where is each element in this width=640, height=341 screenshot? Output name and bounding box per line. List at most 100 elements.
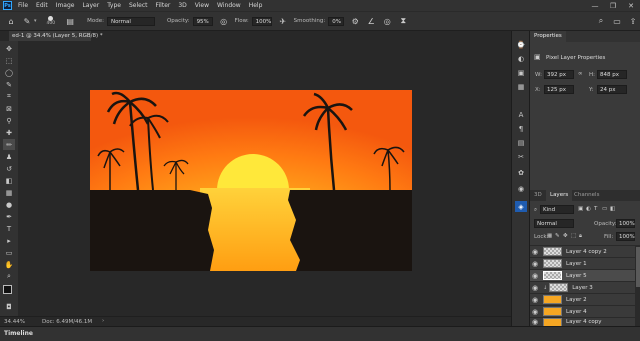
eye-icon[interactable]: ◉ <box>530 306 540 318</box>
angle-icon[interactable]: ∠ <box>366 16 376 26</box>
menu-file[interactable]: File <box>18 2 28 9</box>
type-tool-icon[interactable]: T <box>3 223 15 234</box>
layer-row[interactable]: ◉ Layer 2 <box>530 293 635 305</box>
eye-icon[interactable]: ◉ <box>530 318 540 326</box>
eraser-tool-icon[interactable]: ◧ <box>3 175 15 186</box>
menu-layer[interactable]: Layer <box>82 2 99 9</box>
smoothing-field[interactable]: 0% <box>328 16 345 26</box>
eyedropper-tool-icon[interactable]: ⚲ <box>3 115 15 126</box>
styles-icon[interactable]: ✿ <box>515 167 527 178</box>
history-icon[interactable]: ⌚ <box>515 39 527 50</box>
layers-scrollbar[interactable] <box>635 245 640 326</box>
brush-tool-icon[interactable]: ✏ <box>3 139 15 150</box>
3d-icon[interactable]: ◉ <box>515 183 527 194</box>
chevron-down-icon[interactable]: ▾ <box>34 18 37 24</box>
foreground-color-swatch[interactable] <box>3 285 12 294</box>
lock-transparent-icon[interactable]: ▦ <box>547 233 552 239</box>
pressure-size-icon[interactable]: ◎ <box>382 16 392 26</box>
libraries-icon[interactable]: ▣ <box>515 67 527 78</box>
zoom-level[interactable]: 34.44% <box>4 319 25 325</box>
zoom-tool-icon[interactable]: ⌕ <box>3 271 15 282</box>
status-arrow-icon[interactable]: › <box>102 318 104 324</box>
canvas-artwork[interactable] <box>90 90 412 271</box>
menu-edit[interactable]: Edit <box>36 2 48 9</box>
menu-select[interactable]: Select <box>129 2 148 9</box>
eye-icon[interactable]: ◉ <box>530 294 540 306</box>
filter-adjustment-icon[interactable]: ◐ <box>586 206 591 212</box>
adjustments-icon[interactable]: ◐ <box>515 53 527 64</box>
timeline-panel-tab[interactable]: Timeline <box>0 326 640 341</box>
menu-window[interactable]: Window <box>217 2 241 9</box>
tab-3d[interactable]: 3D <box>530 190 546 201</box>
tab-channels[interactable]: Channels <box>570 190 603 201</box>
scrollbar-thumb[interactable] <box>636 247 640 287</box>
layer-row-selected[interactable]: ◉ Layer 5 <box>530 269 635 281</box>
layer-row[interactable]: ◉ ↓ Layer 3 <box>530 281 635 293</box>
brush-tool-icon[interactable]: ✎ <box>22 16 32 26</box>
lasso-tool-icon[interactable]: ◯ <box>3 67 15 78</box>
brush-settings-icon[interactable]: ▤ <box>65 16 75 26</box>
width-field[interactable]: 392 px <box>544 70 574 79</box>
glyphs-icon[interactable]: ▤ <box>515 137 527 148</box>
fill-field[interactable]: 100% <box>616 232 635 241</box>
brushes-icon[interactable]: ✂ <box>515 151 527 162</box>
share-icon[interactable]: ⇪ <box>628 16 638 26</box>
shape-tool-icon[interactable]: ▭ <box>3 247 15 258</box>
layers-icon[interactable]: ◈ <box>515 201 527 212</box>
menu-filter[interactable]: Filter <box>156 2 171 9</box>
link-icon[interactable]: ∞ <box>578 71 583 77</box>
opacity-field[interactable]: 95% <box>192 16 213 26</box>
stamp-tool-icon[interactable]: ♟ <box>3 151 15 162</box>
filter-smart-object-icon[interactable]: ◧ <box>610 206 615 212</box>
mode-select[interactable]: Normal <box>106 16 155 26</box>
lock-position-icon[interactable]: ✥ <box>563 233 568 239</box>
menu-type[interactable]: Type <box>107 2 121 9</box>
workspace-icon[interactable]: ▭ <box>612 16 622 26</box>
layer-row[interactable]: ◉ Layer 4 copy <box>530 317 635 326</box>
layer-row[interactable]: ◉ Layer 4 copy 2 <box>530 245 635 257</box>
eye-icon[interactable]: ◉ <box>530 258 540 270</box>
pen-tool-icon[interactable]: ✒ <box>3 211 15 222</box>
path-select-tool-icon[interactable]: ▸ <box>3 235 15 246</box>
flow-field[interactable]: 100% <box>251 16 272 26</box>
brush-preset-picker[interactable]: 400 <box>47 16 55 26</box>
menu-view[interactable]: View <box>195 2 209 9</box>
x-field[interactable]: 125 px <box>544 85 574 94</box>
filter-shape-icon[interactable]: ▭ <box>602 206 607 212</box>
gear-icon[interactable]: ⚙ <box>350 16 360 26</box>
swatches-icon[interactable]: ▦ <box>515 81 527 92</box>
maximize-icon[interactable]: ❐ <box>604 0 622 11</box>
layer-opacity-field[interactable]: 100% <box>616 219 635 228</box>
history-brush-icon[interactable]: ↺ <box>3 163 15 174</box>
symmetry-icon[interactable]: ⧗ <box>398 16 408 26</box>
healing-tool-icon[interactable]: ✚ <box>3 127 15 138</box>
marquee-tool-icon[interactable]: ⬚ <box>3 55 15 66</box>
paragraph-icon[interactable]: ¶ <box>515 123 527 134</box>
tab-properties[interactable]: Properties <box>530 31 566 42</box>
move-tool-icon[interactable]: ✥ <box>3 43 15 54</box>
document-tab[interactable]: ed-1 @ 34.4% (Layer 5, RGB/8) * <box>9 31 103 41</box>
tab-layers[interactable]: Layers <box>546 190 573 201</box>
quick-mask-icon[interactable]: ◘ <box>3 301 15 312</box>
minimize-icon[interactable]: — <box>586 0 604 11</box>
layer-row[interactable]: ◉ Layer 4 <box>530 305 635 317</box>
frame-tool-icon[interactable]: ⊠ <box>3 103 15 114</box>
filter-pixel-icon[interactable]: ▣ <box>578 206 583 212</box>
character-icon[interactable]: A <box>515 109 527 120</box>
close-icon[interactable]: ✕ <box>622 0 640 11</box>
lock-all-icon[interactable]: 🔒︎ <box>579 233 582 240</box>
crop-tool-icon[interactable]: ⌗ <box>3 91 15 102</box>
menu-3d[interactable]: 3D <box>178 2 186 9</box>
lock-image-icon[interactable]: ✎ <box>555 233 560 239</box>
home-icon[interactable]: ⌂ <box>6 16 16 26</box>
layer-row[interactable]: ◉ Layer 1 <box>530 257 635 269</box>
menu-image[interactable]: Image <box>56 2 75 9</box>
eye-icon[interactable]: ◉ <box>530 270 540 282</box>
hand-tool-icon[interactable]: ✋ <box>3 259 15 270</box>
layer-filter-select[interactable]: Kind <box>540 205 574 214</box>
lock-artboard-icon[interactable]: ⬚ <box>571 233 576 239</box>
airbrush-icon[interactable]: ✈ <box>278 16 288 26</box>
menu-help[interactable]: Help <box>249 2 263 9</box>
gradient-tool-icon[interactable]: ▦ <box>3 187 15 198</box>
blend-mode-select[interactable]: Normal <box>534 219 574 228</box>
